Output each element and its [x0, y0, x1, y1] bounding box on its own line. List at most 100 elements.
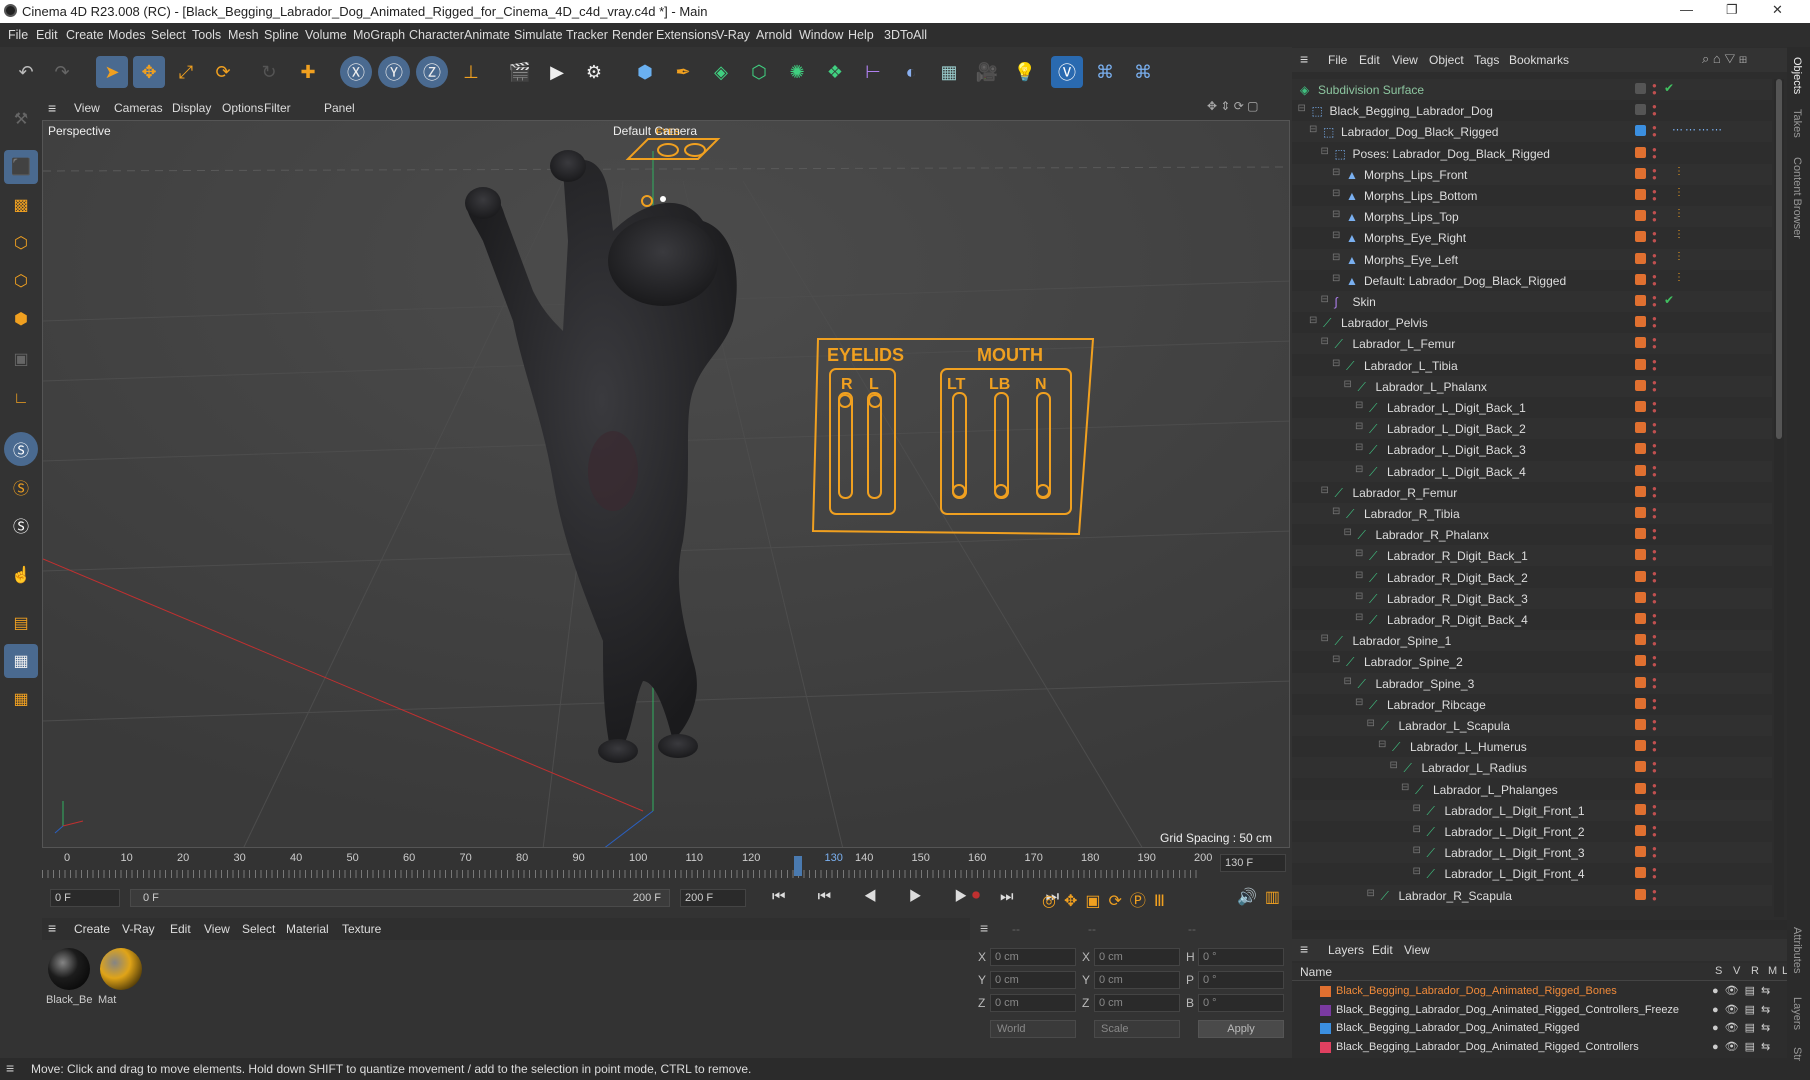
tree-expand-icon[interactable]: ⊟ [1332, 188, 1340, 199]
polygons-mode-icon[interactable]: ⬢ [4, 302, 38, 336]
layer-color-swatch[interactable] [1635, 697, 1646, 709]
objects-hamburger-icon[interactable]: ≡ [1300, 51, 1308, 67]
material-menu-material[interactable]: Material [286, 922, 329, 936]
uv-mode-icon[interactable]: ▣ [4, 342, 38, 376]
object-row[interactable]: ⊟ ▲ Morphs_Lips_Bottom ● ● ⋮ [1292, 185, 1772, 206]
tree-expand-icon[interactable]: ⊟ [1413, 803, 1421, 814]
side-tab-layers[interactable]: Layers [1791, 997, 1803, 1030]
object-row[interactable]: ⊟ ⟋ Labrador_L_Scapula ● ● [1292, 715, 1772, 736]
object-row[interactable]: ⊟ ⟋ Labrador_L_Digit_Back_1 ● ● [1292, 397, 1772, 418]
object-row[interactable]: ⊟ ⟋ Labrador_R_Digit_Back_2 ● ● [1292, 566, 1772, 588]
menu-select[interactable]: Select [151, 28, 186, 42]
tree-expand-icon[interactable]: ⊟ [1367, 718, 1375, 729]
layer-color-swatch[interactable] [1635, 507, 1646, 518]
layer-toggle-icons[interactable]: ●👁▤⇆ [1712, 1021, 1776, 1034]
tree-expand-icon[interactable]: ⊟ [1332, 273, 1340, 284]
morph-tag-icon[interactable]: ⋮ [1674, 272, 1684, 283]
tree-expand-icon[interactable]: ⊟ [1332, 209, 1340, 220]
layer-color-swatch[interactable] [1635, 295, 1646, 306]
visibility-dots[interactable]: ● ● [1652, 569, 1657, 584]
object-row[interactable]: ⊟ ⟋ Labrador_L_Digit_Front_4 ● ● [1292, 863, 1772, 885]
object-row[interactable]: ◈ Subdivision Surface ● ● ✔ [1292, 79, 1772, 100]
visibility-dots[interactable]: ● ● [1652, 166, 1657, 181]
object-row[interactable]: ⊟ ⟋ Labrador_L_Radius ● ● [1292, 757, 1772, 779]
hamburger-icon[interactable]: ≡ [48, 100, 56, 116]
range-slider[interactable]: 0 F 200 F [130, 889, 670, 907]
rotation-field[interactable] [1198, 971, 1284, 989]
layer-toggle-icons[interactable]: ●👁▤⇆ [1712, 1003, 1776, 1016]
side-tab-takes[interactable]: Takes [1791, 109, 1803, 138]
side-tab-content-browser[interactable]: Content Browser [1791, 157, 1803, 239]
visibility-dots[interactable]: ● ● [1652, 824, 1657, 839]
make-editable-icon[interactable]: ⚒ [4, 102, 38, 136]
object-row[interactable]: ⊟ ⟋ Labrador_R_Scapula ● ● [1292, 884, 1772, 906]
menu-3dtoall[interactable]: 3DToAll [884, 28, 927, 42]
tree-expand-icon[interactable]: ⊟ [1309, 124, 1317, 135]
layer-color-swatch[interactable] [1635, 401, 1646, 412]
visibility-dots[interactable]: ● ● [1652, 548, 1657, 563]
tree-expand-icon[interactable]: ⊟ [1332, 506, 1340, 517]
material-swatch[interactable]: Mat [96, 946, 144, 1014]
workplane-lock-icon[interactable]: ▦ [4, 682, 38, 716]
visibility-dots[interactable]: ● ● [1652, 124, 1657, 139]
field-icon[interactable]: ◐ [895, 56, 927, 88]
object-row[interactable]: ⊟ ⟋ Labrador_L_Digit_Front_3 ● ● [1292, 842, 1772, 864]
timeline-ruler[interactable]: 0 10 20 30 40 50 60 70 80 90 100 110 120 130 140 150 160… [42, 848, 1290, 882]
visibility-dots[interactable]: ● ● [1652, 421, 1657, 436]
redo-icon[interactable]: ↷ [46, 56, 78, 88]
tree-expand-icon[interactable]: ⊟ [1413, 845, 1421, 856]
scale-dropdown[interactable]: Scale [1094, 1020, 1180, 1038]
visibility-dots[interactable]: ● ● [1652, 781, 1657, 796]
objects-menu-object[interactable]: Object [1429, 53, 1464, 67]
scale-field[interactable] [1094, 948, 1180, 966]
visibility-dots[interactable]: ● ● [1652, 251, 1657, 266]
camera-icon[interactable]: 🎥 [971, 56, 1003, 88]
floor-icon[interactable]: ▦ [933, 56, 965, 88]
menu-edit[interactable]: Edit [36, 28, 58, 42]
tree-expand-icon[interactable]: ⊟ [1321, 485, 1329, 496]
morph-tag-icon[interactable]: ⋮ [1674, 166, 1684, 177]
objects-menu-edit[interactable]: Edit [1359, 53, 1380, 67]
viewport-menu-display[interactable]: Display [172, 101, 211, 115]
side-tab-attributes[interactable]: Attributes [1791, 927, 1803, 973]
material-menu-view[interactable]: View [204, 922, 230, 936]
tree-expand-icon[interactable]: ⊟ [1355, 570, 1363, 581]
x-axis-lock-icon[interactable]: Ⓧ [340, 56, 372, 88]
rotation-field[interactable] [1198, 948, 1284, 966]
minimize-icon[interactable]: — [1680, 2, 1693, 17]
render-view-icon[interactable]: ▶ [541, 56, 573, 88]
tree-expand-icon[interactable]: ⊟ [1355, 400, 1363, 411]
morph-tag-icon[interactable]: ⋮ [1674, 229, 1684, 240]
vray-icon[interactable]: Ⓥ [1051, 56, 1083, 88]
move-tool-icon[interactable]: ✥ [133, 56, 165, 88]
object-row[interactable]: ⊟ ⟋ Labrador_L_Phalanges ● ● [1292, 778, 1772, 800]
layer-color-swatch[interactable] [1635, 761, 1646, 773]
layer-color-swatch[interactable] [1635, 888, 1646, 900]
edges-mode-icon[interactable]: ⬡ [4, 264, 38, 298]
restore-icon[interactable]: ❐ [1726, 2, 1738, 18]
tree-expand-icon[interactable]: ⊟ [1367, 888, 1375, 899]
apply-button[interactable]: Apply [1198, 1020, 1284, 1038]
viewport-menu-options[interactable]: Options [222, 101, 263, 115]
record-icon[interactable]: ⏺ [972, 887, 980, 905]
layer-color-swatch[interactable] [1635, 803, 1646, 815]
tree-expand-icon[interactable]: ⊟ [1355, 548, 1363, 559]
layer-color-swatch[interactable] [1635, 719, 1646, 730]
visibility-dots[interactable]: ● ● [1652, 866, 1657, 881]
object-row[interactable]: ⊟ ∫ Skin ● ● ✔ [1292, 291, 1772, 312]
layer-toggle-icons[interactable]: ●👁▤⇆ [1712, 1040, 1776, 1053]
menu-tools[interactable]: Tools [192, 28, 221, 42]
tree-expand-icon[interactable]: ⊟ [1413, 866, 1421, 877]
layer-color-swatch[interactable] [1635, 379, 1646, 391]
menu-create[interactable]: Create [66, 28, 104, 42]
python-script-icon[interactable]: ⌘ [1127, 56, 1159, 88]
layer-color-swatch[interactable] [1635, 782, 1646, 794]
z-axis-lock-icon[interactable]: Ⓩ [416, 56, 448, 88]
rotation-field[interactable] [1198, 994, 1284, 1012]
position-field[interactable] [990, 948, 1076, 966]
tree-expand-icon[interactable]: ⊟ [1332, 654, 1340, 665]
layer-color-swatch[interactable] [1635, 846, 1646, 858]
tree-expand-icon[interactable]: ⊟ [1413, 824, 1421, 835]
layer-color-swatch[interactable] [1635, 83, 1646, 94]
material-menu-v-ray[interactable]: V-Ray [122, 922, 155, 936]
